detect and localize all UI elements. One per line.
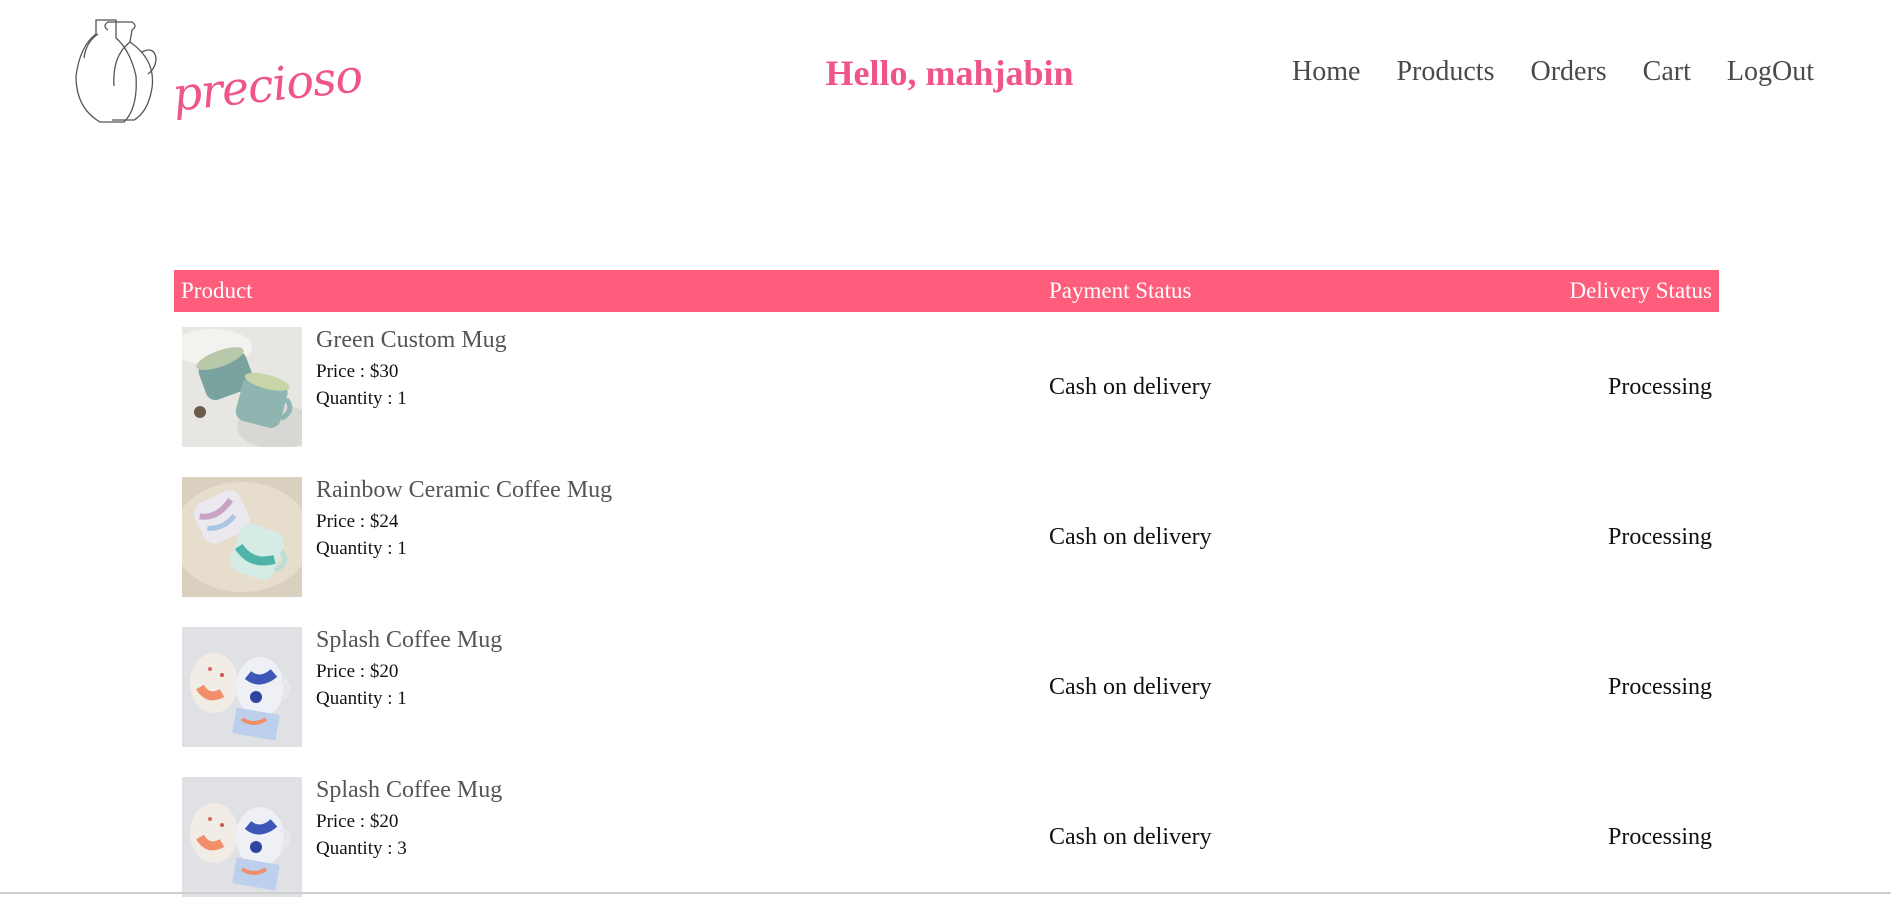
nav-orders-link[interactable]: Orders	[1530, 56, 1606, 88]
payment-status: Cash on delivery	[1049, 373, 1212, 400]
nav-logout-link[interactable]: LogOut	[1727, 56, 1814, 88]
product-info: Splash Coffee Mug Price : $20 Quantity :…	[316, 777, 502, 862]
product-name[interactable]: Green Custom Mug	[316, 327, 507, 354]
table-row: Splash Coffee Mug Price : $20 Quantity :…	[174, 762, 1719, 912]
product-price: Price : $20	[316, 811, 399, 832]
header-payment-status: Payment Status	[1049, 278, 1192, 303]
product-info: Splash Coffee Mug Price : $20 Quantity :…	[316, 627, 502, 712]
product-info: Green Custom Mug Price : $30 Quantity : …	[316, 327, 507, 412]
product-thumbnail[interactable]	[182, 477, 302, 597]
table-row: Splash Coffee Mug Price : $20 Quantity :…	[174, 612, 1719, 762]
product-name[interactable]: Splash Coffee Mug	[316, 627, 502, 654]
product-price: Price : $30	[316, 361, 399, 382]
product-quantity: Quantity : 1	[316, 388, 407, 409]
product-quantity: Quantity : 1	[316, 538, 407, 559]
payment-status: Cash on delivery	[1049, 523, 1212, 550]
product-name[interactable]: Splash Coffee Mug	[316, 777, 502, 804]
orders-table-body: Green Custom Mug Price : $30 Quantity : …	[174, 312, 1719, 912]
site-header: precioso Hello, mahjabin Home Products O…	[0, 0, 1891, 150]
product-thumbnail[interactable]	[182, 777, 302, 897]
product-quantity: Quantity : 3	[316, 838, 407, 859]
table-row: Green Custom Mug Price : $30 Quantity : …	[174, 312, 1719, 462]
delivery-status: Processing	[1608, 673, 1712, 700]
product-price: Price : $24	[316, 511, 399, 532]
product-cell: Green Custom Mug Price : $30 Quantity : …	[174, 327, 1049, 447]
delivery-status: Processing	[1608, 823, 1712, 850]
header-delivery-status: Delivery Status	[1569, 278, 1712, 303]
main-nav: Home Products Orders Cart LogOut	[1292, 56, 1814, 88]
product-thumbnail[interactable]	[182, 327, 302, 447]
product-price: Price : $20	[316, 661, 399, 682]
product-cell: Splash Coffee Mug Price : $20 Quantity :…	[174, 777, 1049, 897]
payment-status: Cash on delivery	[1049, 673, 1212, 700]
product-name[interactable]: Rainbow Ceramic Coffee Mug	[316, 477, 612, 504]
delivery-status: Processing	[1608, 373, 1712, 400]
table-row: Rainbow Ceramic Coffee Mug Price : $24 Q…	[174, 462, 1719, 612]
product-thumbnail[interactable]	[182, 627, 302, 747]
orders-table-header: Product Payment Status Delivery Status	[174, 270, 1719, 312]
orders-table: Product Payment Status Delivery Status G…	[174, 270, 1719, 912]
payment-status: Cash on delivery	[1049, 823, 1212, 850]
product-info: Rainbow Ceramic Coffee Mug Price : $24 Q…	[316, 477, 612, 562]
header-product: Product	[181, 278, 253, 303]
product-cell: Splash Coffee Mug Price : $20 Quantity :…	[174, 627, 1049, 747]
delivery-status: Processing	[1608, 523, 1712, 550]
product-cell: Rainbow Ceramic Coffee Mug Price : $24 Q…	[174, 477, 1049, 597]
nav-cart-link[interactable]: Cart	[1643, 56, 1691, 88]
nav-products-link[interactable]: Products	[1396, 56, 1494, 88]
page-divider	[0, 892, 1891, 894]
product-quantity: Quantity : 1	[316, 688, 407, 709]
nav-home-link[interactable]: Home	[1292, 56, 1360, 88]
